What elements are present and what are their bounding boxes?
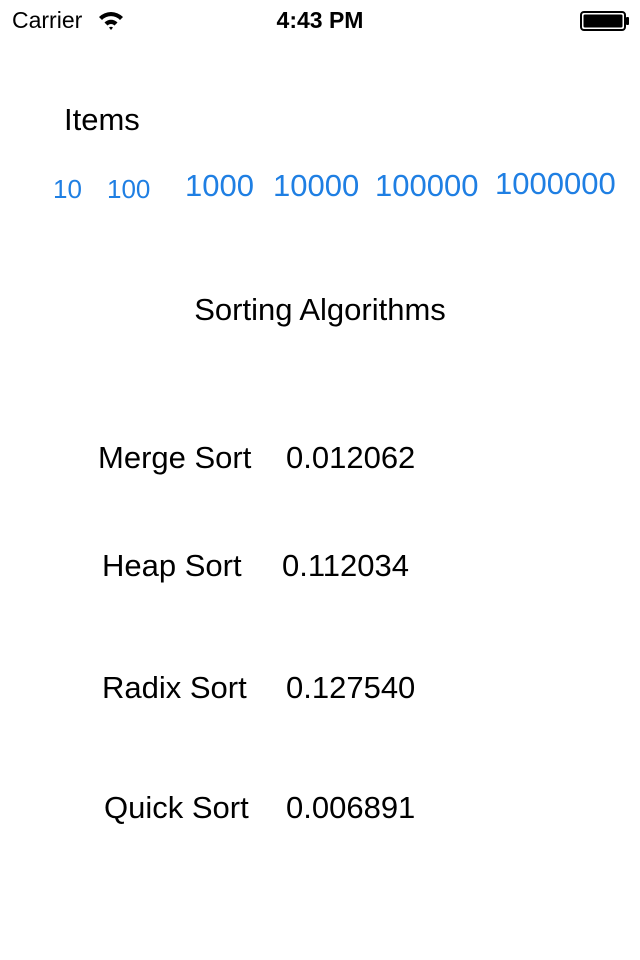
algorithm-name: Heap Sort <box>102 548 242 583</box>
status-time: 4:43 PM <box>276 7 364 33</box>
algorithm-name: Quick Sort <box>104 790 249 825</box>
algorithm-time: 0.012062 <box>286 440 416 475</box>
algorithm-name: Merge Sort <box>98 440 252 475</box>
algorithm-time: 0.006891 <box>286 790 416 825</box>
item-count-100000-button[interactable]: 100000 <box>375 170 478 201</box>
algorithm-name: Radix Sort <box>102 670 247 705</box>
items-title: Items <box>64 102 140 137</box>
item-count-10000-button[interactable]: 10000 <box>273 170 359 201</box>
item-count-10-button[interactable]: 10 <box>53 176 82 202</box>
item-count-1000-button[interactable]: 1000 <box>185 170 254 201</box>
battery-icon <box>580 11 630 31</box>
algorithm-time: 0.112034 <box>282 548 409 583</box>
algorithm-time: 0.127540 <box>286 670 416 705</box>
status-bar: Carrier 4:43 PM <box>0 0 640 40</box>
item-count-100-button[interactable]: 100 <box>107 176 150 202</box>
item-count-1000000-button[interactable]: 1000000 <box>495 168 616 199</box>
sorting-algorithms-heading: Sorting Algorithms <box>194 292 446 327</box>
